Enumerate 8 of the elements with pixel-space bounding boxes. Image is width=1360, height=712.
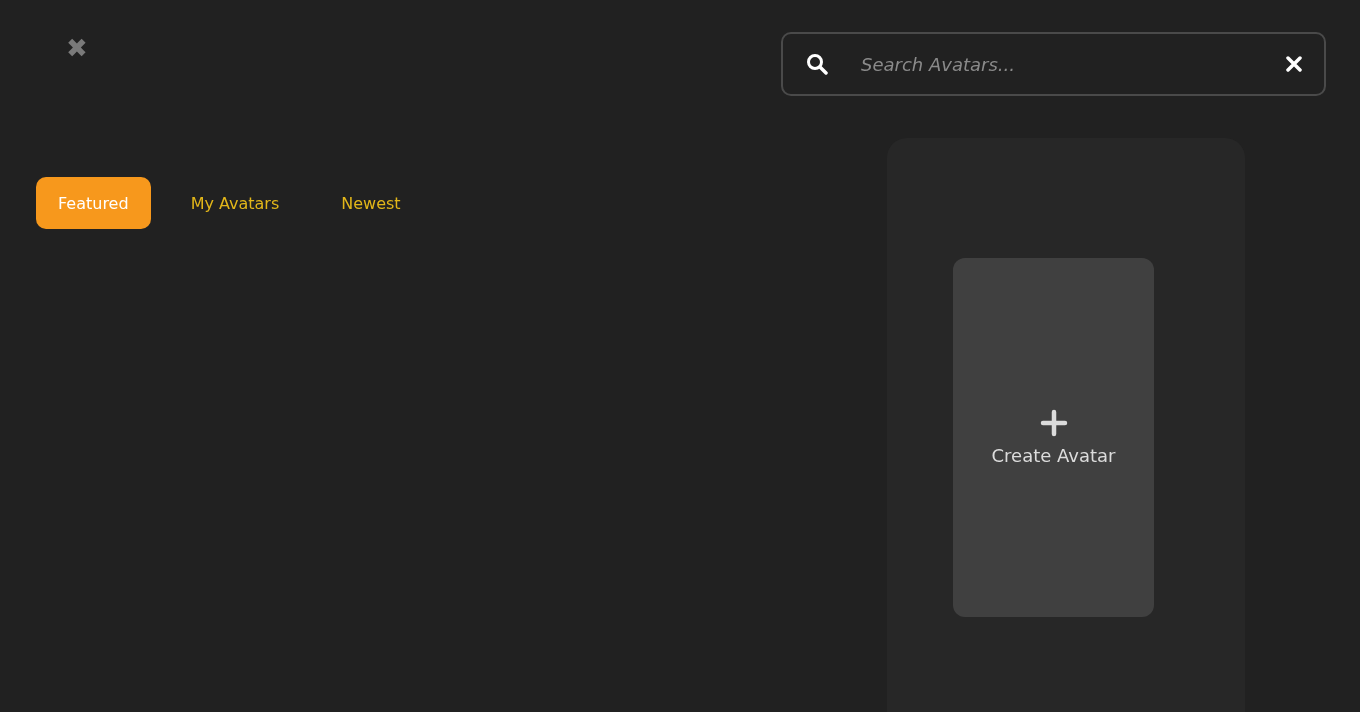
plus-icon <box>1039 409 1068 437</box>
tab[interactable]: My Avatars <box>168 177 302 229</box>
close-icon[interactable] <box>1286 56 1302 72</box>
tab[interactable]: Newest <box>319 177 423 229</box>
close-button[interactable]: ✖ <box>62 32 92 64</box>
search-field[interactable]: Search Avatars... <box>781 32 1326 96</box>
create-avatar-card[interactable]: Create Avatar <box>953 258 1154 617</box>
search-icon <box>806 53 828 75</box>
